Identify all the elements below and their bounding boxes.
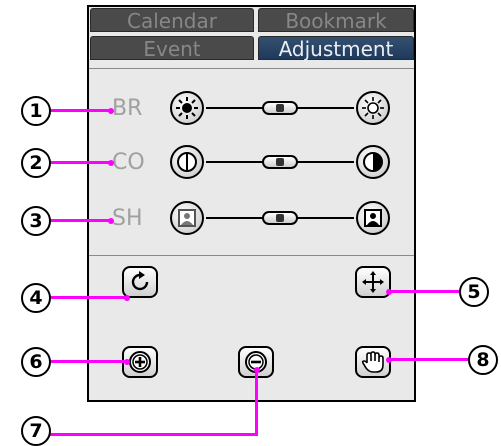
contrast-low-icon[interactable] [170, 145, 204, 179]
callout-line-2 [49, 161, 111, 164]
section-divider [89, 255, 414, 256]
picture-soft-icon[interactable] [170, 201, 204, 235]
sun-dim-icon[interactable] [170, 91, 204, 125]
callout-dot-6 [124, 359, 130, 365]
callout-dot-7 [254, 367, 260, 373]
callout-3: 3 [21, 206, 51, 236]
callout-dot-2 [108, 160, 114, 166]
callout-line-3 [49, 219, 111, 222]
callout-8: 8 [468, 345, 498, 375]
rotate-button[interactable] [122, 266, 158, 298]
contrast-slider-thumb[interactable] [262, 155, 298, 169]
callout-line-4 [49, 296, 127, 299]
sharpness-slider-thumb[interactable] [262, 211, 298, 225]
callout-line-7-horizontal [49, 433, 258, 436]
brightness-slider-thumb[interactable] [262, 101, 298, 115]
pan-button[interactable] [355, 346, 391, 378]
rotate-icon [131, 271, 149, 291]
contrast-label: CO [112, 150, 145, 175]
callout-2: 2 [21, 148, 51, 178]
callout-line-8 [388, 358, 470, 361]
hand-icon [361, 351, 384, 373]
callout-dot-4 [124, 295, 130, 301]
callout-6: 6 [21, 347, 51, 377]
picture-sharp-icon[interactable] [356, 201, 390, 235]
tab-divider [89, 68, 414, 69]
tab-event[interactable]: Event [90, 36, 254, 61]
callout-dot-5 [386, 289, 392, 295]
tab-bookmark[interactable]: Bookmark [258, 8, 414, 33]
callout-dot-1 [108, 108, 114, 114]
callout-line-1 [49, 109, 111, 112]
callout-dot-8 [386, 357, 392, 363]
callout-5: 5 [459, 277, 489, 307]
callout-line-5 [388, 290, 460, 293]
brightness-label: BR [112, 96, 143, 121]
zoom-in-icon [129, 351, 151, 373]
contrast-high-icon[interactable] [356, 145, 390, 179]
callout-line-6 [49, 360, 127, 363]
callout-line-7-vertical [255, 370, 258, 436]
callout-7: 7 [21, 416, 51, 446]
tab-calendar[interactable]: Calendar [90, 8, 254, 33]
tab-adjustment[interactable]: Adjustment [258, 36, 414, 61]
callout-1: 1 [21, 96, 51, 126]
move-arrows-icon [362, 271, 384, 293]
sun-bright-icon[interactable] [356, 91, 390, 125]
callout-4: 4 [21, 283, 51, 313]
sharpness-label: SH [112, 206, 143, 231]
callout-dot-3 [108, 218, 114, 224]
